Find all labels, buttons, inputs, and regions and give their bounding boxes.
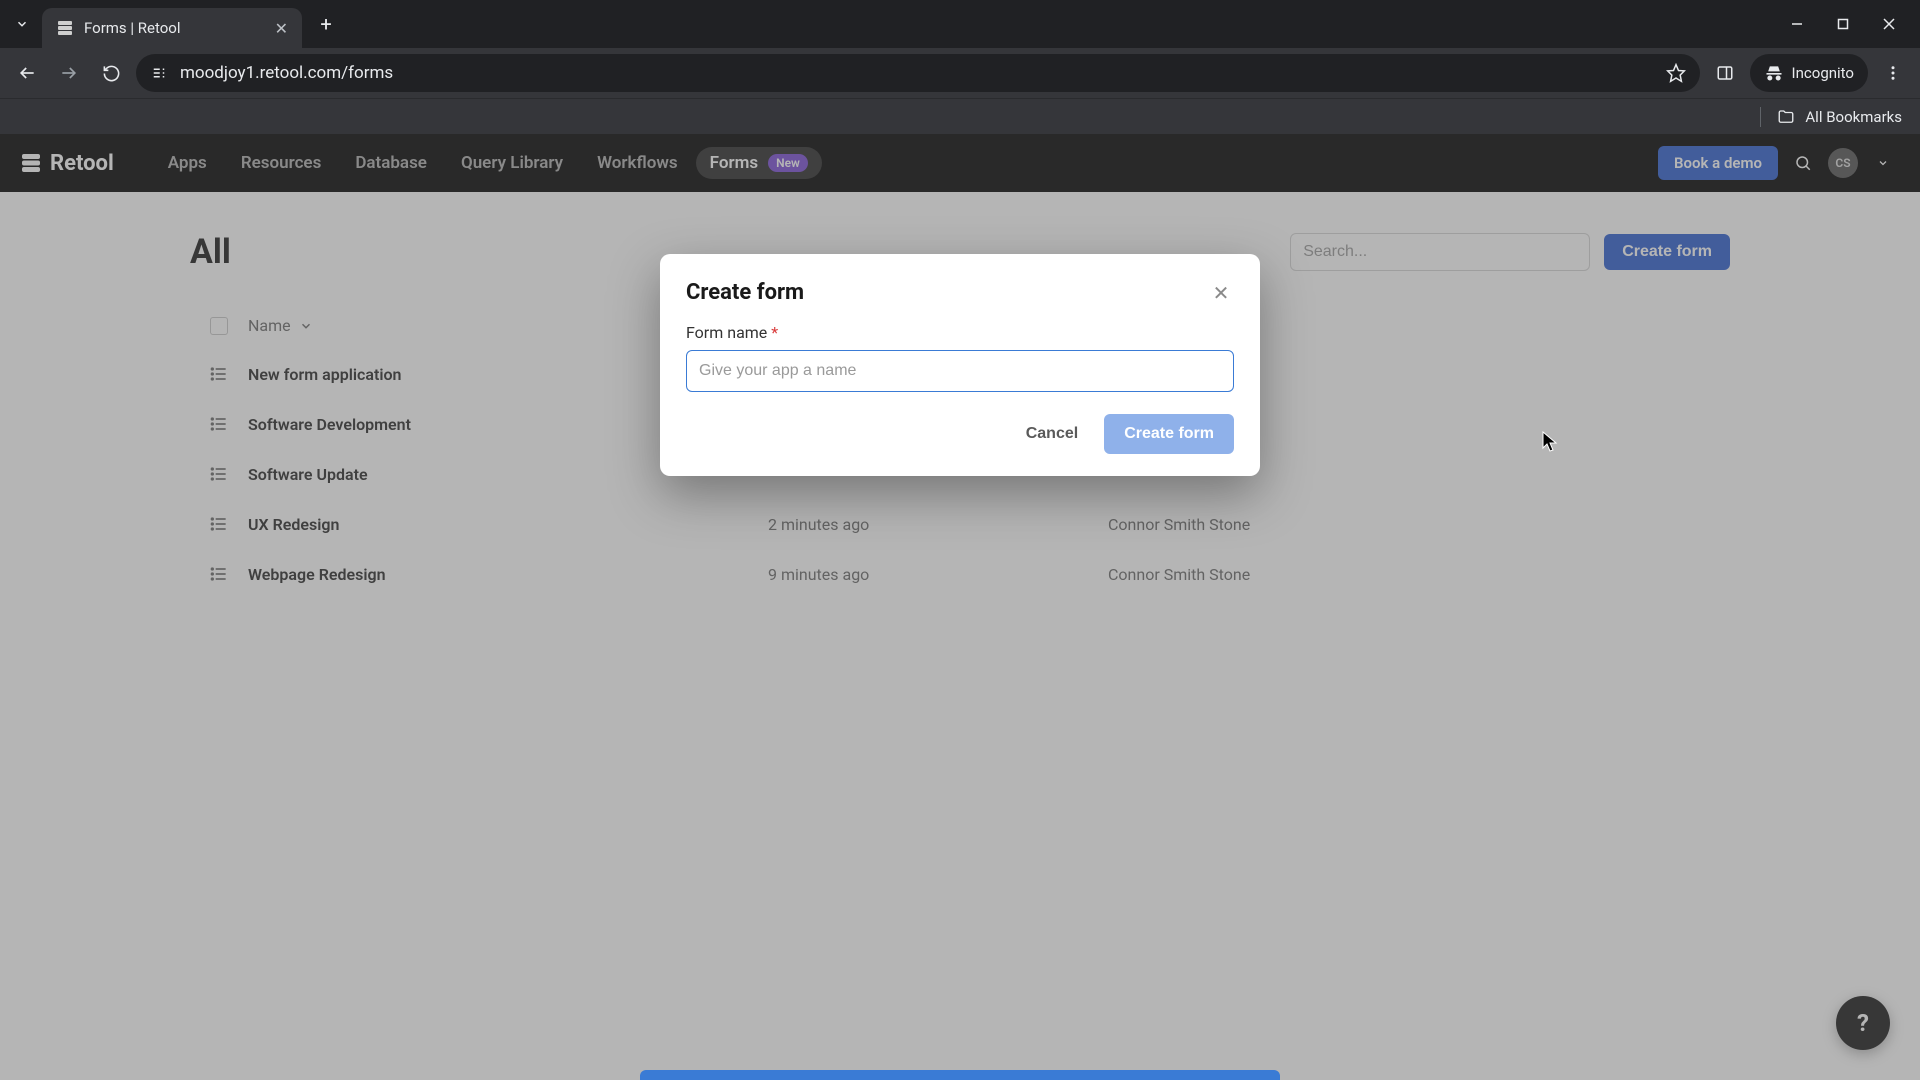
cancel-button[interactable]: Cancel [1018, 415, 1086, 453]
browser-toolbar: moodjoy1.retool.com/forms Incognito [0, 48, 1920, 98]
chrome-menu-icon[interactable] [1876, 56, 1910, 90]
nav-back-icon[interactable] [10, 56, 44, 90]
retool-favicon-icon [56, 19, 74, 37]
browser-tab[interactable]: Forms | Retool ✕ [42, 8, 302, 48]
bottom-hint-bar [640, 1070, 1280, 1080]
window-close-icon[interactable] [1866, 4, 1912, 44]
modal-close-icon[interactable]: ✕ [1208, 281, 1234, 305]
tab-close-icon[interactable]: ✕ [275, 19, 288, 38]
folder-icon [1777, 108, 1795, 126]
modal-title: Create form [686, 280, 1208, 305]
site-info-icon[interactable] [150, 64, 168, 82]
form-name-label: Form name * [686, 323, 1234, 342]
bookmark-star-icon[interactable] [1666, 63, 1686, 83]
incognito-icon [1764, 63, 1784, 83]
form-name-label-text: Form name [686, 323, 767, 342]
window-minimize-icon[interactable] [1774, 4, 1820, 44]
all-bookmarks-link[interactable]: All Bookmarks [1805, 108, 1902, 126]
address-bar[interactable]: moodjoy1.retool.com/forms [136, 54, 1700, 92]
nav-reload-icon[interactable] [94, 56, 128, 90]
new-tab-button[interactable]: + [312, 12, 340, 36]
tab-title: Forms | Retool [84, 19, 265, 37]
form-name-input[interactable] [686, 350, 1234, 392]
nav-forward-icon[interactable] [52, 56, 86, 90]
incognito-label: Incognito [1792, 64, 1854, 82]
side-panel-icon[interactable] [1708, 56, 1742, 90]
browser-tab-strip: Forms | Retool ✕ + [0, 0, 1920, 48]
bookmarks-bar: All Bookmarks [0, 98, 1920, 134]
tab-search-dropdown[interactable] [8, 10, 36, 38]
create-form-modal: Create form ✕ Form name * Cancel Create … [660, 254, 1260, 476]
window-maximize-icon[interactable] [1820, 4, 1866, 44]
url-text: moodjoy1.retool.com/forms [180, 63, 1654, 83]
create-form-submit-button[interactable]: Create form [1104, 414, 1234, 454]
viewport: Retool Apps Resources Database Query Lib… [0, 134, 1920, 1080]
incognito-indicator[interactable]: Incognito [1750, 54, 1868, 92]
required-indicator: * [771, 323, 778, 342]
